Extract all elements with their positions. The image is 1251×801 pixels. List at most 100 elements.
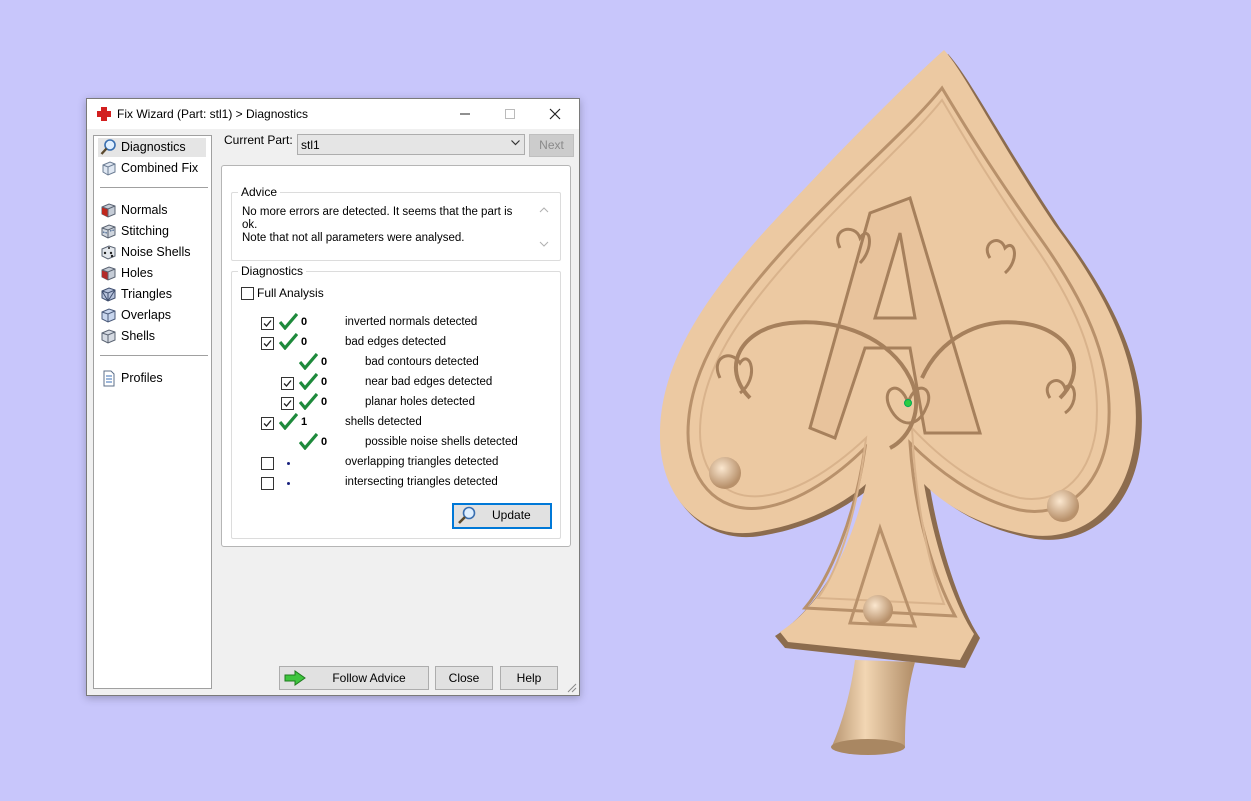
shells-checkbox[interactable] [261, 417, 274, 430]
overlaps-cube-icon [101, 308, 116, 323]
advice-scrollbar[interactable] [538, 205, 550, 249]
nav-item-label: Diagnostics [121, 140, 186, 154]
current-part-dropdown[interactable]: stl1 [297, 134, 525, 155]
fix-wizard-dialog: Fix Wizard (Part: stl1) > Diagnostics Di… [86, 98, 580, 696]
nav-item-label: Profiles [121, 371, 163, 385]
nav-item-label: Combined Fix [121, 161, 199, 175]
bad-edges-checkbox[interactable] [261, 337, 274, 350]
nav-item-normals[interactable]: Normals [98, 201, 206, 220]
current-part-value: stl1 [301, 138, 320, 152]
cube-icon [102, 161, 116, 176]
nav-item-overlaps[interactable]: Overlaps [98, 306, 206, 325]
update-label: Update [492, 508, 531, 522]
wizard-navigation: Diagnostics Combined Fix Normals Stitchi… [93, 135, 212, 689]
window-title: Fix Wizard (Part: stl1) > Diagnostics [117, 107, 309, 121]
bad-contours-count: 0 [321, 356, 328, 368]
planar-holes-checkbox[interactable] [281, 397, 294, 410]
chevron-down-icon [511, 140, 520, 146]
red-cross-icon [97, 107, 111, 121]
title-bar[interactable]: Fix Wizard (Part: stl1) > Diagnostics [87, 99, 579, 129]
bad-contours-label: bad contours detected [365, 356, 479, 368]
nav-item-profiles[interactable]: Profiles [98, 369, 206, 388]
green-check-icon [299, 353, 318, 370]
follow-advice-button[interactable]: Follow Advice [279, 666, 429, 690]
dice-icon [101, 245, 116, 260]
overlapping-triangles-checkbox[interactable] [261, 457, 274, 470]
green-check-icon [299, 393, 318, 410]
follow-advice-label: Follow Advice [332, 671, 406, 685]
nav-item-label: Normals [121, 203, 168, 217]
nav-item-label: Shells [121, 329, 156, 343]
close-icon [549, 108, 561, 120]
shells-count: 1 [301, 416, 308, 428]
noise-shells-label: possible noise shells detected [365, 436, 518, 448]
green-check-icon [279, 333, 298, 350]
current-part-label: Current Part: [224, 133, 293, 147]
near-bad-edges-label: near bad edges detected [365, 376, 493, 388]
nav-item-label: Triangles [121, 287, 172, 301]
maximize-button[interactable] [487, 99, 533, 129]
red-cube-icon [101, 203, 116, 218]
document-icon [103, 370, 115, 387]
overlapping-triangles-label: overlapping triangles detected [345, 456, 499, 468]
advice-line: Note that not all parameters were analys… [242, 232, 465, 244]
nav-item-holes[interactable]: Holes [98, 264, 206, 283]
noise-shells-count: 0 [321, 436, 328, 448]
advice-group: Advice No more errors are detected. It s… [231, 185, 561, 261]
spade-model-3d[interactable] [660, 48, 1150, 760]
nav-item-diagnostics[interactable]: Diagnostics [98, 138, 206, 157]
nav-item-label: Holes [121, 266, 153, 280]
planar-holes-count: 0 [321, 396, 328, 408]
nav-item-combined-fix[interactable]: Combined Fix [98, 159, 206, 178]
close-window-button[interactable] [532, 99, 578, 129]
update-button[interactable]: Update [452, 503, 552, 529]
full-analysis-checkbox[interactable] [241, 287, 254, 300]
green-check-icon [299, 433, 318, 450]
nav-item-shells[interactable]: Shells [98, 327, 206, 346]
nav-item-noise-shells[interactable]: Noise Shells [98, 243, 206, 262]
advice-line: No more errors are detected. It seems th… [242, 206, 513, 231]
magnifier-icon [458, 506, 476, 524]
help-button[interactable]: Help [500, 666, 558, 690]
nav-item-stitching[interactable]: Stitching [98, 222, 206, 241]
green-check-icon [279, 313, 298, 330]
advice-text: No more errors are detected. It seems th… [242, 206, 522, 245]
minimize-icon [460, 113, 470, 115]
green-arrow-icon [284, 670, 306, 686]
minimize-button[interactable] [442, 99, 488, 129]
intersecting-triangles-label: intersecting triangles detected [345, 476, 498, 488]
divider [100, 187, 208, 188]
advice-title: Advice [238, 185, 281, 199]
holes-cube-icon [101, 266, 116, 281]
nav-item-label: Noise Shells [121, 245, 191, 259]
maximize-icon [505, 109, 515, 119]
nav-item-label: Overlaps [121, 308, 172, 322]
near-bad-edges-count: 0 [321, 376, 328, 388]
triangles-cube-icon [101, 287, 116, 302]
diagnostics-panel: Advice No more errors are detected. It s… [221, 165, 571, 547]
pending-dot-icon [287, 482, 290, 485]
inverted-normals-checkbox[interactable] [261, 317, 274, 330]
planar-holes-label: planar holes detected [365, 396, 475, 408]
full-analysis-label: Full Analysis [257, 286, 324, 300]
pending-dot-icon [287, 462, 290, 465]
bad-edges-count: 0 [301, 336, 308, 348]
inverted-normals-count: 0 [301, 316, 308, 328]
close-button[interactable]: Close [435, 666, 493, 690]
magnifier-icon [100, 139, 116, 155]
shells-label: shells detected [345, 416, 422, 428]
diagnostics-group: Diagnostics Full Analysis 0 inverted nor… [231, 264, 561, 539]
intersecting-triangles-checkbox[interactable] [261, 477, 274, 490]
divider [100, 355, 208, 356]
resize-grip-icon[interactable] [567, 683, 577, 693]
diagnostics-title: Diagnostics [238, 264, 307, 278]
nav-item-label: Stitching [121, 224, 169, 238]
green-check-icon [299, 373, 318, 390]
green-check-icon [279, 413, 298, 430]
near-bad-edges-checkbox[interactable] [281, 377, 294, 390]
nav-item-triangles[interactable]: Triangles [98, 285, 206, 304]
next-button[interactable]: Next [529, 134, 574, 157]
shells-cube-icon [101, 329, 116, 344]
stitching-cube-icon [101, 224, 116, 239]
inverted-normals-label: inverted normals detected [345, 316, 478, 328]
